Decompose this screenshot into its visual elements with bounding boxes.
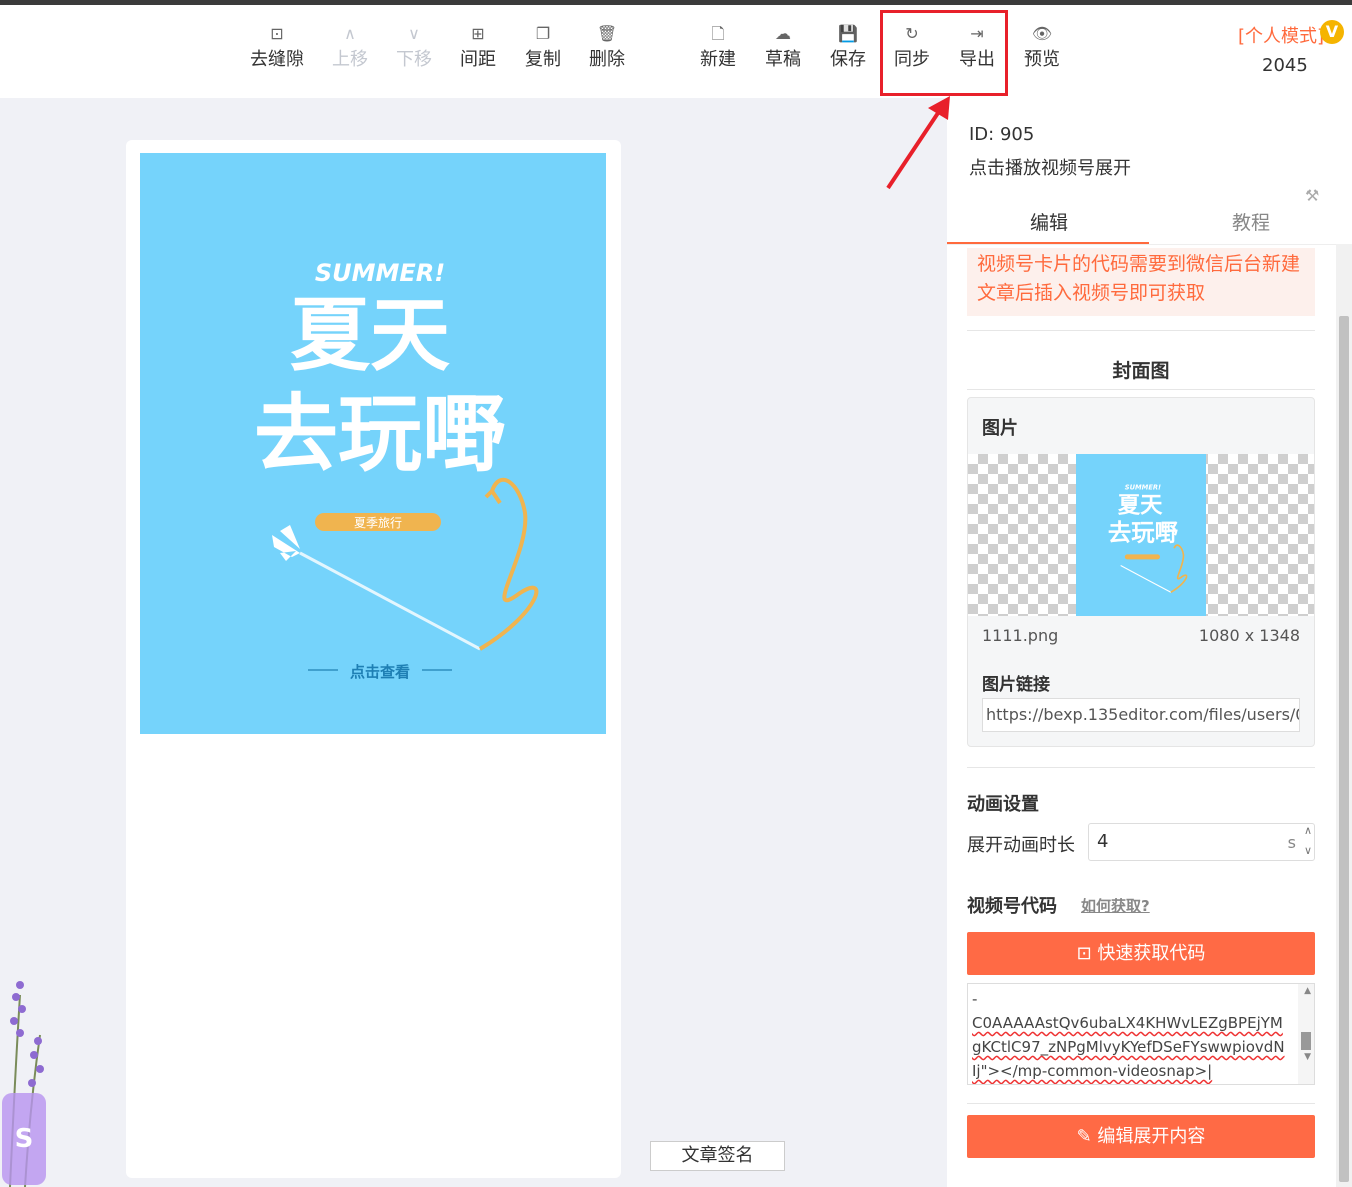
toolbar-label: 下移 [396, 49, 432, 70]
toolbar-item-7[interactable]: ☁ 草稿 [751, 23, 815, 75]
image-label: 图片 [982, 418, 1018, 439]
toolbar-label: 间距 [460, 49, 496, 70]
poster-summer-text: SUMMER! [315, 259, 445, 287]
panel-scrollbar-thumb[interactable] [1339, 316, 1349, 1182]
toolbar-item-5[interactable]: 🗑 删除 [575, 23, 639, 75]
increment-icon[interactable]: ∧ [1304, 824, 1312, 837]
svg-text:去玩嘢: 去玩嘢 [1108, 518, 1179, 546]
lavender-decoration-icon: S [2, 981, 46, 1187]
decrement-icon[interactable]: ∨ [1304, 844, 1312, 857]
terminal-icon: ⊡ [1076, 943, 1098, 964]
toolbar-item-2[interactable]: ∨ 下移 [382, 23, 446, 75]
toolbar-label: 新建 [700, 49, 736, 70]
toolbar-item-11[interactable]: 👁 预览 [1010, 23, 1074, 75]
image-link-input[interactable]: https://bexp.135editor.com/files/users/0… [982, 698, 1300, 732]
settings-panel: ID: 905 点击播放视频号展开 ⚒ 编辑 教程 视频号卡片的代码需要到微信后… [947, 98, 1352, 1187]
cloud-icon: ☁ [775, 24, 791, 43]
personal-mode-link[interactable]: [个人模式] [1238, 22, 1324, 48]
duration-value: 4 [1097, 831, 1109, 852]
toolbar-label: 草稿 [765, 49, 801, 70]
cover-thumbnail[interactable]: SUMMER! 夏天 去玩嘢 [1076, 454, 1206, 616]
toolbar-label: 去缝隙 [250, 49, 304, 70]
poster-title-line1: 夏天 [290, 289, 450, 382]
spacing-icon: ⊞ [471, 24, 485, 43]
poster-cta: 点击查看 [350, 663, 410, 681]
image-dimensions: 1080 x 1348 [1198, 626, 1300, 645]
toolbar-label: 上移 [332, 49, 368, 70]
edit-icon: ✎ [1076, 1126, 1098, 1147]
new-file-icon: 🗋 [711, 24, 725, 43]
copy-icon: ❐ [535, 24, 551, 43]
poster-tag-text: 夏季旅行 [354, 516, 402, 530]
fast-get-code-button[interactable]: ⊡ 快速获取代码 [967, 932, 1315, 975]
poster-art: SUMMER! 夏天 去玩嘢 夏季旅行 点击查看 [254, 259, 539, 681]
toolbar-item-0[interactable]: ⊡ 去缝隙 [245, 23, 309, 75]
svg-text:夏天: 夏天 [1118, 493, 1163, 519]
annotation-arrow [886, 96, 950, 190]
code-scrollbar[interactable]: ▲ ▼ [1298, 984, 1314, 1084]
svg-text:SUMMER!: SUMMER! [1125, 484, 1161, 492]
save-icon: 💾 [838, 24, 858, 43]
highlight-box [880, 10, 1008, 96]
trash-icon: 🗑 [596, 24, 618, 43]
vip-badge-icon: V [1320, 20, 1344, 44]
notice-banner: 视频号卡片的代码需要到微信后台新建文章后插入视频号即可获取 [967, 248, 1315, 316]
poster-title-line2: 去玩嘢 [254, 385, 506, 483]
tools-icon[interactable]: ⚒ [1305, 186, 1319, 205]
toolbar-item-8[interactable]: 💾 保存 [816, 23, 880, 75]
chevron-up-icon: ∧ [344, 24, 356, 43]
duration-unit: s [1287, 833, 1296, 852]
toolbar-label: 复制 [525, 49, 561, 70]
gap-icon: ⊡ [270, 24, 284, 43]
toolbar-item-3[interactable]: ⊞ 间距 [446, 23, 510, 75]
tab-tutorial[interactable]: 教程 [1201, 208, 1301, 235]
how-to-get-link[interactable]: 如何获取? [1081, 895, 1150, 916]
toolbar-label: 删除 [589, 49, 625, 70]
eye-icon: 👁 [1031, 24, 1053, 43]
summer-poster[interactable]: SUMMER! 夏天 去玩嘢 夏季旅行 点击查看 [140, 153, 606, 734]
svg-text:S: S [15, 1124, 34, 1154]
toolbar-label: 预览 [1024, 49, 1060, 70]
toolbar-label: 保存 [830, 49, 866, 70]
duration-input[interactable]: 4 s ∧ ∨ [1088, 823, 1315, 861]
airplane-icon [272, 525, 300, 561]
plane-trail [299, 551, 481, 651]
image-preview[interactable]: SUMMER! 夏天 去玩嘢 [968, 454, 1314, 616]
toolbar-item-1[interactable]: ∧ 上移 [318, 23, 382, 75]
user-count: 2045 [1262, 55, 1308, 76]
image-link-label: 图片链接 [982, 675, 1050, 695]
tab-edit[interactable]: 编辑 [999, 208, 1099, 235]
curly-arrow [478, 477, 539, 651]
chevron-down-icon: ∨ [408, 24, 420, 43]
component-name: 点击播放视频号展开 [969, 158, 1131, 179]
image-settings-card: 图片 SUMMER! 夏天 去玩嘢 1111.png 1080 x 1348 图… [967, 397, 1315, 747]
toolbar-item-6[interactable]: 🗋 新建 [686, 23, 750, 75]
video-code-title: 视频号代码 [967, 896, 1057, 917]
animation-section-title: 动画设置 [967, 794, 1039, 815]
image-file-name: 1111.png [982, 626, 1059, 645]
video-code-textarea[interactable]: - C0AAAAAstQv6ubaLX4KHWvLEZgBPEjYM gKCtl… [967, 983, 1315, 1085]
cover-section-title: 封面图 [1112, 360, 1170, 382]
curly-arrow-head [484, 487, 502, 505]
article-signature-button[interactable]: 文章签名 [650, 1141, 785, 1171]
toolbar-item-4[interactable]: ❐ 复制 [511, 23, 575, 75]
toolbar: ⊡ 去缝隙 ∧ 上移 ∨ 下移 ⊞ 间距 ❐ 复制 🗑 删除 🗋 新建 ☁ 草稿 💾 保存 ↻ 同步 ⇥ 导出 👁 预览 [0, 5, 1352, 98]
edit-expand-content-button[interactable]: ✎ 编辑展开内容 [967, 1115, 1315, 1158]
component-id: ID: 905 [969, 124, 1035, 145]
duration-label: 展开动画时长 [967, 835, 1075, 856]
